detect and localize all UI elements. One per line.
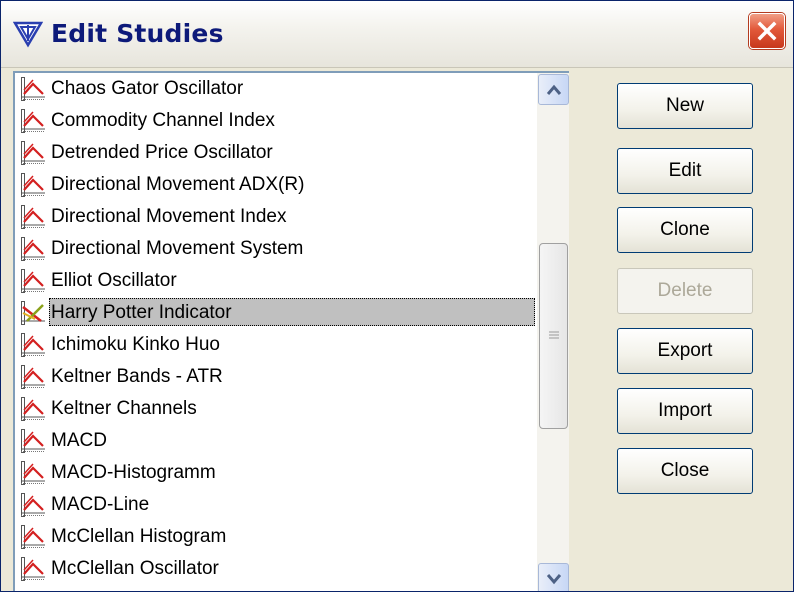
chart-indicator-icon	[21, 141, 45, 165]
edit-button[interactable]: Edit	[617, 148, 753, 194]
chart-indicator-icon	[21, 205, 45, 229]
list-item[interactable]: Directional Movement ADX(R)	[15, 169, 537, 201]
clone-button[interactable]: Clone	[617, 207, 753, 253]
list-item[interactable]: Elliot Oscillator	[15, 265, 537, 297]
studies-list-items: Chaos Gator Oscillator Commodity Channel …	[15, 73, 537, 585]
study-label: McClellan Histogram	[51, 526, 227, 547]
list-item[interactable]: Commodity Channel Index	[15, 105, 537, 137]
study-label: MACD	[51, 430, 107, 451]
study-label: Elliot Oscillator	[51, 270, 177, 291]
vertical-scrollbar[interactable]	[537, 73, 569, 591]
study-label: Detrended Price Oscillator	[51, 142, 273, 163]
scroll-down-button[interactable]	[538, 563, 569, 591]
chart-indicator-icon	[21, 269, 45, 293]
close-window-button[interactable]	[749, 13, 785, 49]
grip-icon	[549, 331, 559, 339]
list-item[interactable]: MACD	[15, 425, 537, 457]
chart-indicator-icon	[21, 237, 45, 261]
list-item[interactable]: Chaos Gator Oscillator	[15, 73, 537, 105]
study-label: Commodity Channel Index	[51, 110, 275, 131]
study-label: Directional Movement Index	[51, 206, 287, 227]
arrow-up-icon	[547, 84, 561, 95]
close-icon	[757, 21, 777, 41]
window-title: Edit Studies	[51, 19, 224, 48]
study-label: McClellan Oscillator	[51, 558, 219, 579]
delete-button[interactable]: Delete	[617, 268, 753, 314]
study-label: Directional Movement System	[51, 238, 304, 259]
chart-indicator-icon	[21, 397, 45, 421]
title-bar[interactable]: Edit Studies	[1, 1, 793, 68]
chart-indicator-icon	[21, 173, 45, 197]
scroll-up-button[interactable]	[538, 74, 569, 105]
list-item[interactable]: Directional Movement Index	[15, 201, 537, 233]
new-button[interactable]: New	[617, 83, 753, 129]
list-item[interactable]: McClellan Oscillator	[15, 553, 537, 585]
app-logo-icon	[13, 21, 43, 48]
study-label: MACD-Line	[51, 494, 150, 515]
study-label: Chaos Gator Oscillator	[51, 78, 244, 99]
studies-list[interactable]: Chaos Gator Oscillator Commodity Channel …	[13, 71, 569, 591]
chart-indicator-icon	[21, 493, 45, 517]
list-item[interactable]: Keltner Channels	[15, 393, 537, 425]
chart-indicator-icon	[21, 429, 45, 453]
chart-indicator-icon	[21, 333, 45, 357]
study-label: Harry Potter Indicator	[51, 302, 232, 323]
scroll-thumb[interactable]	[539, 243, 568, 429]
list-item[interactable]: Detrended Price Oscillator	[15, 137, 537, 169]
study-label: Ichimoku Kinko Huo	[51, 334, 220, 355]
custom-indicator-icon	[21, 301, 45, 325]
edit-studies-dialog: Edit Studies Chaos Gator Oscillator Commo…	[0, 0, 794, 592]
study-label: Keltner Bands - ATR	[51, 366, 223, 387]
list-item[interactable]: Ichimoku Kinko Huo	[15, 329, 537, 361]
list-item[interactable]: MACD-Histogramm	[15, 457, 537, 489]
chart-indicator-icon	[21, 461, 45, 485]
list-item[interactable]: McClellan Histogram	[15, 521, 537, 553]
close-button[interactable]: Close	[617, 448, 753, 494]
list-item[interactable]: Directional Movement System	[15, 233, 537, 265]
export-button[interactable]: Export	[617, 328, 753, 374]
list-item[interactable]: Harry Potter Indicator	[15, 297, 537, 329]
arrow-down-icon	[547, 574, 561, 585]
chart-indicator-icon	[21, 109, 45, 133]
chart-indicator-icon	[21, 557, 45, 581]
chart-indicator-icon	[21, 365, 45, 389]
chart-indicator-icon	[21, 77, 45, 101]
study-label: Keltner Channels	[51, 398, 197, 419]
list-item[interactable]: Keltner Bands - ATR	[15, 361, 537, 393]
chart-indicator-icon	[21, 525, 45, 549]
list-item[interactable]: MACD-Line	[15, 489, 537, 521]
import-button[interactable]: Import	[617, 388, 753, 434]
study-label: MACD-Histogramm	[51, 462, 216, 483]
study-label: Directional Movement ADX(R)	[51, 174, 305, 195]
